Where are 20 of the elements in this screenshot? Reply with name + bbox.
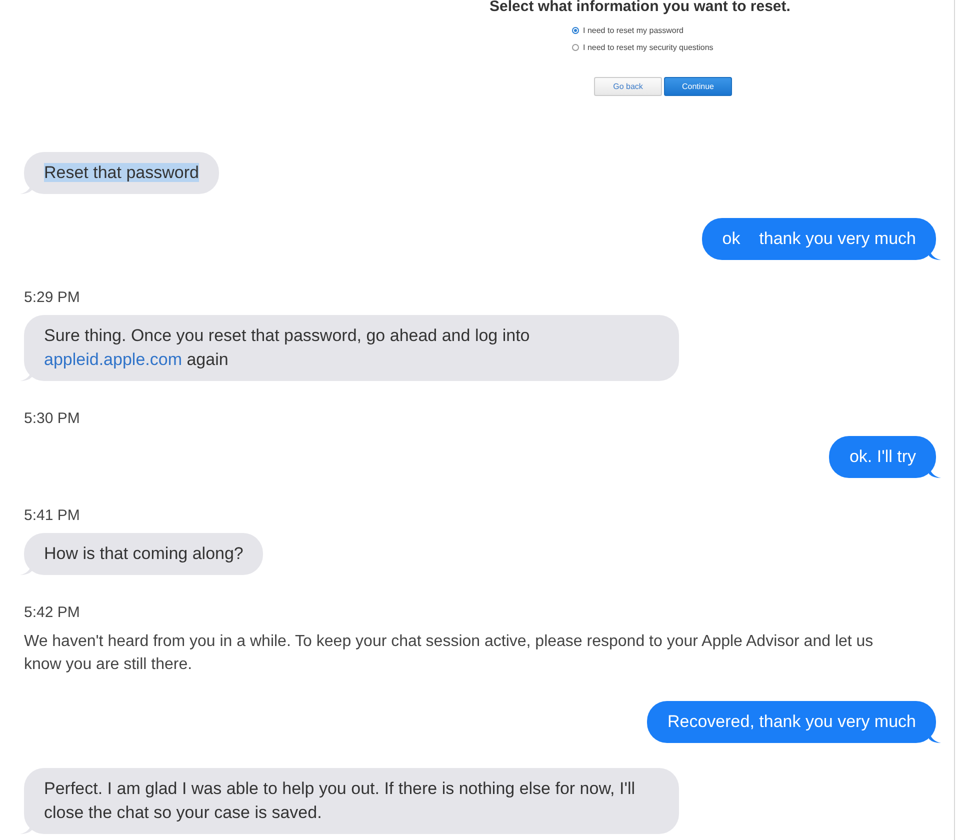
message-text: Reset that password: [44, 163, 199, 182]
back-button[interactable]: Go back: [594, 77, 662, 96]
option-label: I need to reset my password: [583, 26, 684, 35]
message-text: Perfect. I am glad I was able to help you out. If there is nothing else for now, I'll close the chat so your case is saved.: [44, 779, 636, 822]
message-text: How is that coming along?: [44, 544, 244, 563]
message-text: Sure thing. Once you reset that password, go ahead and log into appleid.apple.com again: [44, 326, 531, 369]
link[interactable]: appleid.apple.com: [44, 350, 182, 369]
message-text: ok thank you very much: [722, 229, 916, 248]
timestamp: 5:42 PM: [23, 603, 80, 623]
option-label: I need to reset my security questions: [583, 43, 714, 52]
inactivity-notice: We haven't heard from you in a while. To keep your chat session active, please respond to your Apple Advisor and let us know you are still there.: [23, 632, 874, 675]
timestamp: 5:41 PM: [23, 506, 80, 526]
continue-button[interactable]: Continue: [664, 77, 732, 96]
radio-button[interactable]: [572, 27, 579, 34]
message-text: ok. I'll try: [849, 447, 916, 466]
message-text: Recovered, thank you very much: [667, 712, 916, 731]
radio-button[interactable]: [572, 44, 579, 51]
timestamp: 5:29 PM: [23, 288, 80, 308]
timestamp: 5:30 PM: [23, 409, 80, 429]
form-heading: Select what information you want to reset.: [490, 0, 790, 15]
